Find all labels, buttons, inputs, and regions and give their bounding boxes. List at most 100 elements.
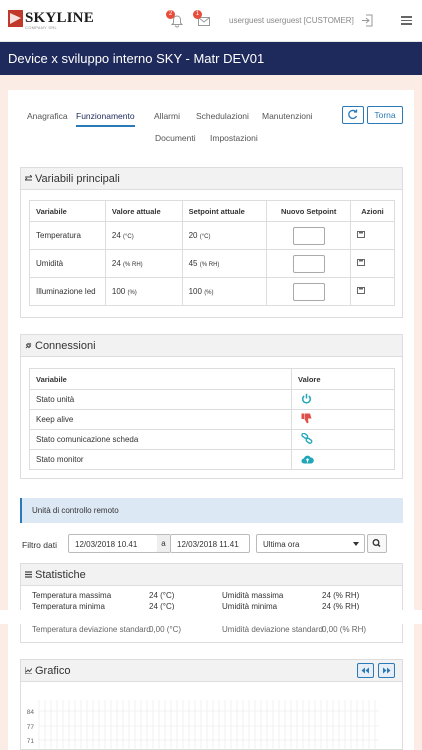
col-actions: Azioni — [350, 200, 395, 222]
tab-funzionamento[interactable]: Funzionamento — [76, 111, 135, 127]
table-row: Stato unità — [29, 389, 395, 410]
user-name[interactable]: userguest userguest [CUSTOMER] — [229, 16, 354, 25]
stat-value: 24 (% RH) — [322, 591, 360, 600]
actions-cell — [350, 249, 395, 278]
date-from-input[interactable]: 12/03/2018 10.41 — [68, 534, 158, 553]
statistics-title: Statistiche — [35, 569, 86, 581]
menu-icon — [401, 16, 412, 18]
page-title: Device x sviluppo interno SKY - Matr DEV… — [8, 51, 265, 66]
current-value: 24 (°C) — [104, 221, 183, 250]
new-setpoint-cell — [266, 249, 352, 278]
list-icon — [25, 571, 32, 578]
current-setpoint: 20 (°C) — [181, 221, 268, 250]
messages-button[interactable]: 1 — [193, 10, 211, 28]
col-new-setpoint: Nuovo Setpoint — [266, 200, 352, 222]
table-header-row: Variabile Valore attuale Setpoint attual… — [29, 200, 395, 222]
table-header-row: Variabile Valore — [29, 368, 395, 390]
tab-documenti[interactable]: Documenti — [155, 133, 196, 143]
connection-status — [291, 449, 395, 470]
current-value: 24 (% RH) — [104, 249, 183, 278]
graph-canvas: 84 77 71 — [27, 700, 379, 750]
search-button[interactable] — [367, 534, 387, 553]
logo-subtext: COMPANY SRL — [25, 25, 58, 30]
tab-allarmi[interactable]: Allarmi — [154, 111, 180, 121]
bell-badge: 2 — [166, 10, 175, 19]
main-variables-table: Variabile Valore attuale Setpoint attual… — [29, 200, 395, 306]
logo-mark-icon — [8, 10, 23, 27]
current-setpoint: 100 (%) — [181, 277, 268, 306]
new-setpoint-input[interactable] — [292, 226, 325, 245]
tab-impostazioni[interactable]: Impostazioni — [210, 133, 258, 143]
graph-prev-button[interactable] — [357, 663, 374, 678]
tab-manutenzioni[interactable]: Manutenzioni — [262, 111, 313, 121]
tab-schedulazioni[interactable]: Schedulazioni — [196, 111, 249, 121]
search-icon — [372, 539, 381, 548]
power-icon — [301, 393, 312, 404]
main-variables-header: Variabili principali — [21, 168, 402, 190]
variable-name: Umidità — [29, 249, 106, 278]
menu-button[interactable] — [401, 16, 412, 25]
caret-down-icon — [353, 542, 359, 546]
col-variable: Variabile — [29, 368, 292, 390]
connection-name: Stato comunicazione scheda — [29, 429, 292, 450]
logout-icon — [362, 14, 373, 27]
graph-title: Grafico — [35, 665, 71, 677]
save-icon[interactable] — [357, 259, 366, 266]
graph-next-button[interactable] — [378, 663, 395, 678]
plug-icon — [25, 342, 32, 349]
cloud-upload-icon — [301, 455, 314, 463]
connection-name: Keep alive — [29, 409, 292, 430]
stat-label: Umidità deviazione standard — [222, 625, 323, 634]
connections-header: Connessioni — [21, 335, 402, 357]
graph-header: Grafico — [21, 660, 402, 682]
new-setpoint-cell — [266, 277, 352, 306]
stat-value: 0,00 (°C) — [149, 625, 182, 634]
save-icon[interactable] — [357, 231, 366, 238]
table-row: Illuminazione led 100 (%) 100 (%) — [29, 277, 395, 306]
connection-name: Stato monitor — [29, 449, 292, 470]
connection-status — [291, 389, 395, 410]
fast-backward-icon — [361, 667, 369, 674]
main-variables-panel: Variabili principali Variabile Valore at… — [20, 167, 403, 318]
new-setpoint-input[interactable] — [292, 254, 325, 273]
date-separator: a — [157, 534, 170, 553]
stat-value: 0,00 (% RH) — [322, 625, 367, 634]
tab-anagrafica[interactable]: Anagrafica — [27, 111, 68, 121]
actions-cell — [350, 277, 395, 306]
current-value: 100 (%) — [104, 277, 183, 306]
statistics-header: Statistiche — [21, 564, 402, 586]
col-variable: Variabile — [29, 200, 106, 222]
back-button[interactable]: Torna — [367, 106, 403, 124]
new-setpoint-cell — [266, 221, 352, 250]
fast-forward-icon — [383, 667, 391, 674]
date-to-input[interactable]: 12/03/2018 11.41 — [170, 534, 250, 553]
stat-value: 24 (°C) — [149, 591, 175, 600]
col-current-value: Valore attuale — [104, 200, 183, 222]
line-chart-icon — [25, 667, 32, 674]
main-variables-title: Variabili principali — [35, 173, 120, 185]
title-bar: Device x sviluppo interno SKY - Matr DEV… — [0, 42, 422, 75]
new-setpoint-input[interactable] — [292, 282, 325, 301]
mail-badge: 1 — [193, 10, 202, 19]
table-row: Temperatura 24 (°C) 20 (°C) — [29, 221, 395, 250]
connections-table: Variabile Valore Stato unità Keep alive … — [29, 368, 395, 470]
logout-button[interactable] — [361, 14, 373, 27]
link-icon — [301, 432, 313, 444]
remote-control-label: Unità di controllo remoto — [32, 506, 119, 515]
range-select[interactable]: Ultima ora — [256, 534, 365, 553]
notifications-button[interactable]: 2 — [166, 10, 184, 28]
variable-name: Temperatura — [29, 221, 106, 250]
refresh-button[interactable] — [342, 106, 364, 124]
y-tick-label: 77 — [27, 724, 35, 731]
range-select-value: Ultima ora — [263, 540, 300, 549]
table-row: Keep alive — [29, 409, 395, 430]
thumbs-down-icon — [301, 413, 312, 424]
tab-bar: Anagrafica Funzionamento Allarmi Schedul… — [20, 106, 320, 146]
variable-name: Illuminazione led — [29, 277, 106, 306]
col-current-setpoint: Setpoint attuale — [181, 200, 268, 222]
logo[interactable]: SKYLINE COMPANY SRL — [8, 8, 94, 32]
exchange-icon — [25, 175, 32, 181]
overlay-strip — [0, 610, 422, 624]
save-icon[interactable] — [357, 287, 366, 294]
connections-title: Connessioni — [35, 340, 96, 352]
